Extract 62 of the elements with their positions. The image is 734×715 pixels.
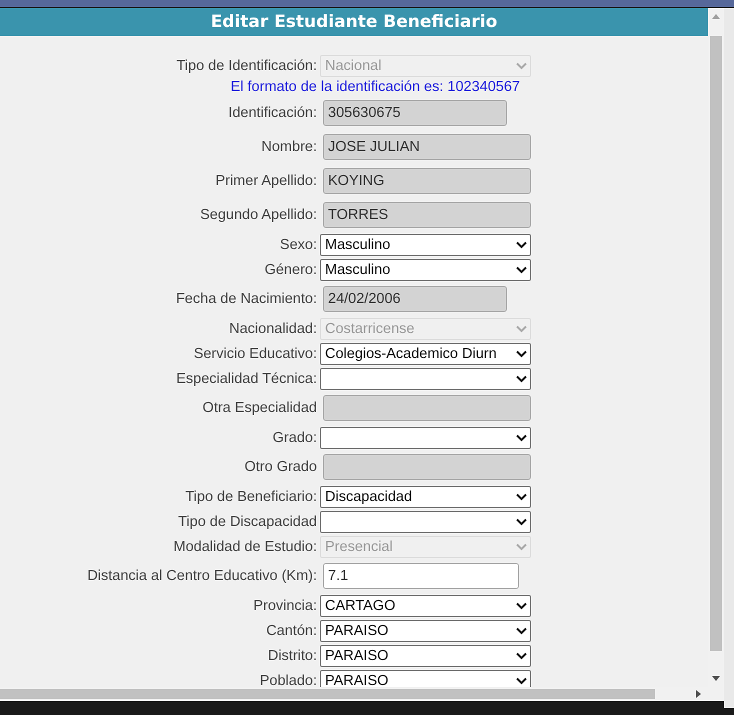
field-label: Género: [264,262,318,278]
input-field[interactable]: TORRES [323,202,531,228]
chevron-icon [516,652,527,660]
field-label: Distancia al Centro Educativo (Km): [86,568,318,584]
field-label: Modalidad de Estudio: [172,538,318,554]
scroll-up-icon[interactable] [712,13,720,19]
field-label: Servicio Educativo: [192,346,318,362]
input-field[interactable]: JOSE JULIAN [323,134,531,160]
field-label: Distrito: [266,648,318,664]
field-label: Provincia: [252,598,318,614]
field-label: Grado: [272,430,318,446]
field-label: Cantón: [265,622,318,638]
dropdown[interactable]: PARAISO [320,670,531,687]
input-field[interactable]: KOYING [323,168,531,194]
dialog-title: Editar Estudiante Beneficiario [0,8,708,36]
chevron-icon [516,518,527,526]
scroll-down-icon[interactable] [712,676,720,682]
dropdown[interactable]: PARAISO [320,644,531,666]
field-label: Nombre: [260,139,318,155]
input-field[interactable] [323,454,531,480]
chevron-icon [516,350,527,358]
field-label: Fecha de Nacimiento: [174,291,318,307]
chevron-icon [516,602,527,610]
format-hint: El formato de la identificación es: 102340567 [230,78,521,96]
dropdown[interactable] [320,426,531,448]
dropdown[interactable]: PARAISO [320,620,531,642]
field-label: Primer Apellido: [214,173,318,189]
field-label: Identificación: [227,105,318,121]
chevron-icon [516,374,527,382]
chevron-icon [516,240,527,248]
dropdown[interactable] [320,510,531,532]
chevron-icon [516,626,527,634]
chevron-icon [516,266,527,274]
field-label: Otro Grado [243,459,318,475]
field-label: Especialidad Técnica: [175,370,318,386]
input-field[interactable]: 24/02/2006 [323,286,507,312]
chevron-icon [516,492,527,500]
scrollbar-thumb[interactable] [0,689,655,699]
dropdown[interactable]: Colegios-Academico Diurn [320,342,531,364]
field-label: Poblado: [258,672,318,687]
input-field[interactable] [323,395,531,421]
dropdown[interactable] [320,368,531,390]
chevron-icon [516,542,527,550]
field-label: Tipo de Identificación: [175,58,318,74]
input-field[interactable]: 305630675 [323,100,507,126]
field-label: Nacionalidad: [228,320,318,336]
field-label: Otra Especialidad [202,400,318,416]
field-label: Segundo Apellido: [199,207,318,223]
scroll-right-icon[interactable] [696,690,702,698]
dropdown[interactable]: CARTAGO [320,594,531,616]
field-label: Sexo: [278,236,318,252]
chevron-icon [516,434,527,442]
dropdown[interactable]: Discapacidad [320,486,531,508]
chevron-icon [516,62,527,70]
input-field[interactable]: 7.1 [323,563,519,589]
chevron-icon [516,324,527,332]
scrollbar-thumb[interactable] [710,36,722,651]
field-label: Tipo de Beneficiario: [184,488,318,504]
chevron-icon [516,676,527,684]
dropdown[interactable]: Masculino [320,234,531,256]
dropdown[interactable]: Masculino [320,258,531,280]
field-label: Tipo de Discapacidad [177,514,318,530]
